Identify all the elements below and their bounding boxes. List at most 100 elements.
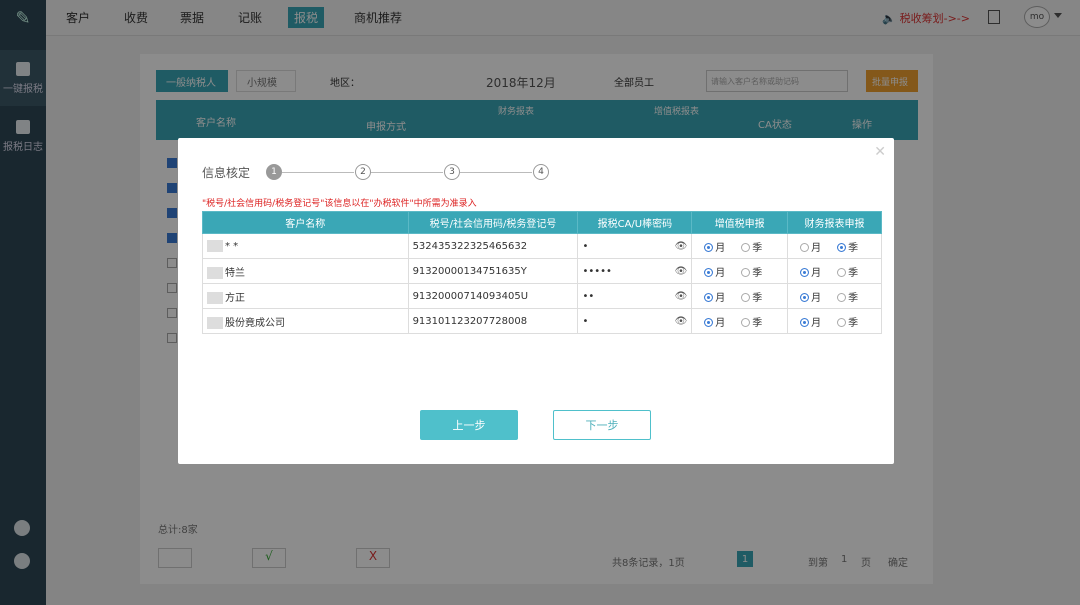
info-verify-dialog: ✕ 信息核定 1 2 3 4 "税号/社会信用码/税务登记号"该信息以在"办税软… xyxy=(178,138,894,464)
step-connector xyxy=(460,172,532,173)
blurred-name xyxy=(207,240,223,252)
month-label: 月 xyxy=(715,292,726,304)
customer-info-table: 客户名称 税号/社会信用码/税务登记号 报税CA/U棒密码 增值税申报 财务报表… xyxy=(202,211,882,334)
radio-icon xyxy=(800,293,810,302)
vat-month-radio[interactable]: 月 xyxy=(704,314,725,329)
vat-month-radio[interactable]: 月 xyxy=(704,289,725,304)
finance-options: 月季 xyxy=(787,283,882,309)
customer-name-cell: 特兰 xyxy=(202,258,409,284)
customer-name-cell: * * xyxy=(202,233,409,259)
radio-icon xyxy=(704,318,714,327)
vat-options: 月季 xyxy=(691,283,789,309)
tax-id-notice: "税号/社会信用码/税务登记号"该信息以在"办税软件"中所需为准录入 xyxy=(202,199,477,209)
finance-options: 月季 xyxy=(787,233,882,259)
table-row: 方正 91320000714093405U •• 👁 月季 月季 xyxy=(202,283,882,309)
month-label: 月 xyxy=(715,242,726,254)
finance-season-radio[interactable]: 季 xyxy=(837,289,858,304)
radio-icon xyxy=(704,243,714,252)
season-label: 季 xyxy=(848,317,859,329)
step-connector xyxy=(371,172,443,173)
header-finance: 财务报表申报 xyxy=(787,211,882,234)
customer-name-cell: 方正 xyxy=(202,283,409,309)
radio-icon xyxy=(837,293,847,302)
tax-id-input[interactable]: 91320000714093405U xyxy=(407,283,579,309)
radio-icon xyxy=(704,268,714,277)
tax-id-input[interactable]: 913101123207728008 xyxy=(407,308,579,334)
step-3: 3 xyxy=(444,164,460,180)
radio-icon xyxy=(837,243,847,252)
dialog-title: 信息核定 xyxy=(202,166,251,180)
customer-name: 股份竟成公司 xyxy=(225,317,285,329)
tax-id-input[interactable]: 532435322325465632 xyxy=(407,233,579,259)
finance-options: 月季 xyxy=(787,308,882,334)
password-mask: • xyxy=(582,240,589,252)
vat-season-radio[interactable]: 季 xyxy=(741,289,762,304)
finance-month-radio[interactable]: 月 xyxy=(800,314,821,329)
password-mask: •• xyxy=(582,290,595,302)
season-label: 季 xyxy=(752,267,763,279)
radio-icon xyxy=(837,318,847,327)
season-label: 季 xyxy=(752,242,763,254)
month-label: 月 xyxy=(811,242,822,254)
header-customer: 客户名称 xyxy=(202,211,409,234)
customer-name-cell: 股份竟成公司 xyxy=(202,308,409,334)
radio-icon xyxy=(800,318,810,327)
eye-icon[interactable]: 👁 xyxy=(675,291,688,302)
radio-icon xyxy=(837,268,847,277)
finance-season-radio[interactable]: 季 xyxy=(837,264,858,279)
vat-options: 月季 xyxy=(691,258,789,284)
table-row: * * 532435322325465632 • 👁 月季 月季 xyxy=(202,233,882,259)
table-row: 特兰 91320000134751635Y ••••• 👁 月季 月季 xyxy=(202,258,882,284)
password-input[interactable]: ••••• 👁 xyxy=(577,258,693,284)
blurred-name xyxy=(207,291,223,304)
vat-options: 月季 xyxy=(691,308,789,334)
eye-icon[interactable]: 👁 xyxy=(675,241,688,252)
finance-season-radio[interactable]: 季 xyxy=(837,314,858,329)
month-label: 月 xyxy=(811,267,822,279)
eye-icon[interactable]: 👁 xyxy=(675,316,688,327)
next-step-button[interactable]: 下一步 xyxy=(553,410,651,440)
vat-month-radio[interactable]: 月 xyxy=(704,239,725,254)
password-mask: • xyxy=(582,315,589,327)
password-input[interactable]: •• 👁 xyxy=(577,283,693,309)
finance-month-radio[interactable]: 月 xyxy=(800,239,821,254)
vat-options: 月季 xyxy=(691,233,789,259)
step-connector xyxy=(282,172,354,173)
month-label: 月 xyxy=(811,292,822,304)
close-icon[interactable]: ✕ xyxy=(874,144,886,160)
customer-name: 特兰 xyxy=(225,267,245,279)
radio-icon xyxy=(800,268,810,277)
step-1: 1 xyxy=(266,164,282,180)
header-vat: 增值税申报 xyxy=(691,211,789,234)
password-input[interactable]: • 👁 xyxy=(577,308,693,334)
password-input[interactable]: • 👁 xyxy=(577,233,693,259)
blurred-name xyxy=(207,316,223,329)
vat-season-radio[interactable]: 季 xyxy=(741,314,762,329)
tax-id-input[interactable]: 91320000134751635Y xyxy=(407,258,579,284)
table-row: 股份竟成公司 913101123207728008 • 👁 月季 月季 xyxy=(202,308,882,334)
eye-icon[interactable]: 👁 xyxy=(675,266,688,277)
finance-month-radio[interactable]: 月 xyxy=(800,289,821,304)
header-tax-id: 税号/社会信用码/税务登记号 xyxy=(407,211,579,234)
season-label: 季 xyxy=(848,242,859,254)
vat-season-radio[interactable]: 季 xyxy=(741,264,762,279)
radio-icon xyxy=(741,243,751,252)
prev-step-button[interactable]: 上一步 xyxy=(420,410,518,440)
customer-name: 方正 xyxy=(225,292,245,304)
season-label: 季 xyxy=(848,267,859,279)
radio-icon xyxy=(741,318,751,327)
season-label: 季 xyxy=(752,292,763,304)
month-label: 月 xyxy=(811,317,822,329)
radio-icon xyxy=(800,243,810,252)
finance-season-radio[interactable]: 季 xyxy=(837,239,858,254)
vat-season-radio[interactable]: 季 xyxy=(741,239,762,254)
month-label: 月 xyxy=(715,267,726,279)
finance-month-radio[interactable]: 月 xyxy=(800,264,821,279)
customer-name: * * xyxy=(225,241,239,252)
step-4: 4 xyxy=(533,164,549,180)
password-mask: ••••• xyxy=(582,265,612,277)
radio-icon xyxy=(704,293,714,302)
header-ca-password: 报税CA/U棒密码 xyxy=(577,211,693,234)
vat-month-radio[interactable]: 月 xyxy=(704,264,725,279)
blurred-name xyxy=(207,266,223,279)
